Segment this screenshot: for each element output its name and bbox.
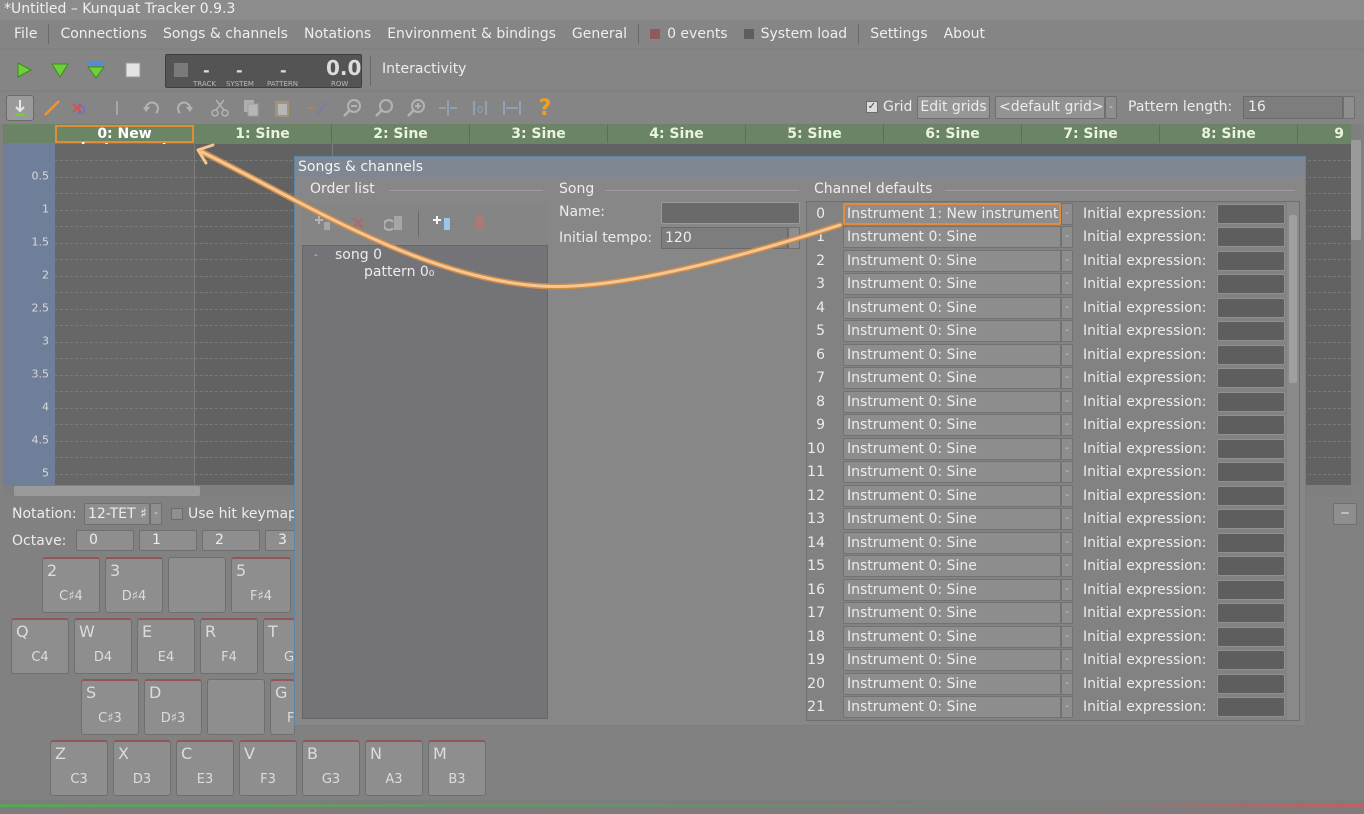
audio-level-meter xyxy=(0,804,1364,807)
annotation-arrow xyxy=(196,143,843,290)
status-bar xyxy=(0,800,1364,814)
